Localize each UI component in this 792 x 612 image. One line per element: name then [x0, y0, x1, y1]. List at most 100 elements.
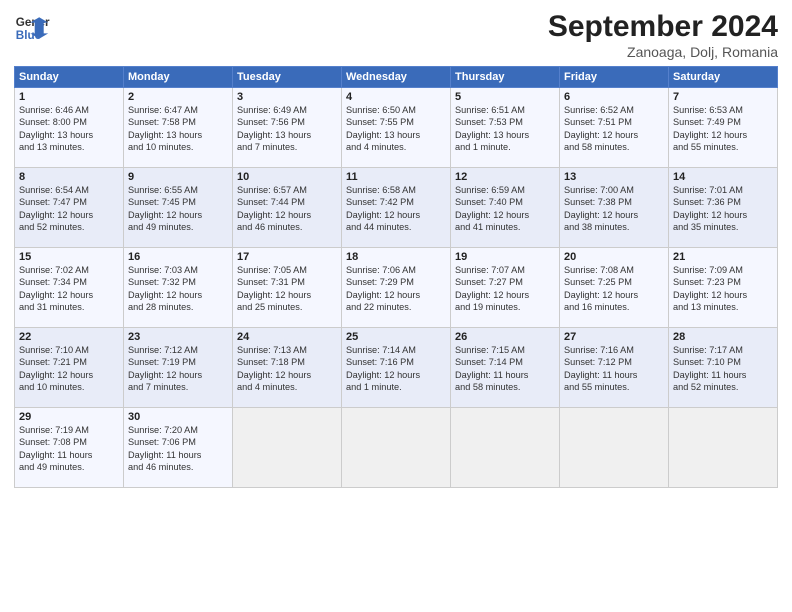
day-number: 27: [564, 331, 664, 343]
day-number: 11: [346, 171, 446, 183]
day-number: 18: [346, 251, 446, 263]
day-number: 23: [128, 331, 228, 343]
title-block: September 2024 Zanoaga, Dolj, Romania: [548, 10, 778, 60]
day-info: Sunrise: 7:19 AM Sunset: 7:08 PM Dayligh…: [19, 424, 119, 474]
table-row: 12Sunrise: 6:59 AM Sunset: 7:40 PM Dayli…: [451, 168, 560, 248]
day-number: 19: [455, 251, 555, 263]
table-row: 29Sunrise: 7:19 AM Sunset: 7:08 PM Dayli…: [15, 408, 124, 488]
table-row: 10Sunrise: 6:57 AM Sunset: 7:44 PM Dayli…: [233, 168, 342, 248]
day-info: Sunrise: 6:52 AM Sunset: 7:51 PM Dayligh…: [564, 104, 664, 154]
calendar-week-2: 8Sunrise: 6:54 AM Sunset: 7:47 PM Daylig…: [15, 168, 778, 248]
day-info: Sunrise: 6:46 AM Sunset: 8:00 PM Dayligh…: [19, 104, 119, 154]
table-row: 11Sunrise: 6:58 AM Sunset: 7:42 PM Dayli…: [342, 168, 451, 248]
day-number: 3: [237, 91, 337, 103]
day-number: 28: [673, 331, 773, 343]
table-row: 23Sunrise: 7:12 AM Sunset: 7:19 PM Dayli…: [124, 328, 233, 408]
table-row: 1Sunrise: 6:46 AM Sunset: 8:00 PM Daylig…: [15, 88, 124, 168]
day-number: 21: [673, 251, 773, 263]
day-number: 10: [237, 171, 337, 183]
day-info: Sunrise: 7:20 AM Sunset: 7:06 PM Dayligh…: [128, 424, 228, 474]
day-number: 15: [19, 251, 119, 263]
col-saturday: Saturday: [669, 67, 778, 88]
table-row: 4Sunrise: 6:50 AM Sunset: 7:55 PM Daylig…: [342, 88, 451, 168]
day-number: 12: [455, 171, 555, 183]
day-number: 2: [128, 91, 228, 103]
col-sunday: Sunday: [15, 67, 124, 88]
table-row: 8Sunrise: 6:54 AM Sunset: 7:47 PM Daylig…: [15, 168, 124, 248]
calendar-week-4: 22Sunrise: 7:10 AM Sunset: 7:21 PM Dayli…: [15, 328, 778, 408]
table-row: 21Sunrise: 7:09 AM Sunset: 7:23 PM Dayli…: [669, 248, 778, 328]
day-info: Sunrise: 7:17 AM Sunset: 7:10 PM Dayligh…: [673, 344, 773, 394]
table-row: [669, 408, 778, 488]
table-row: 17Sunrise: 7:05 AM Sunset: 7:31 PM Dayli…: [233, 248, 342, 328]
calendar-table: Sunday Monday Tuesday Wednesday Thursday…: [14, 66, 778, 488]
table-row: [560, 408, 669, 488]
col-wednesday: Wednesday: [342, 67, 451, 88]
header: General Blue September 2024 Zanoaga, Dol…: [14, 10, 778, 60]
day-info: Sunrise: 6:55 AM Sunset: 7:45 PM Dayligh…: [128, 184, 228, 234]
table-row: [451, 408, 560, 488]
day-info: Sunrise: 7:08 AM Sunset: 7:25 PM Dayligh…: [564, 264, 664, 314]
day-info: Sunrise: 7:00 AM Sunset: 7:38 PM Dayligh…: [564, 184, 664, 234]
table-row: 20Sunrise: 7:08 AM Sunset: 7:25 PM Dayli…: [560, 248, 669, 328]
table-row: 25Sunrise: 7:14 AM Sunset: 7:16 PM Dayli…: [342, 328, 451, 408]
col-monday: Monday: [124, 67, 233, 88]
table-row: 27Sunrise: 7:16 AM Sunset: 7:12 PM Dayli…: [560, 328, 669, 408]
day-info: Sunrise: 6:50 AM Sunset: 7:55 PM Dayligh…: [346, 104, 446, 154]
day-number: 14: [673, 171, 773, 183]
day-info: Sunrise: 7:03 AM Sunset: 7:32 PM Dayligh…: [128, 264, 228, 314]
table-row: 5Sunrise: 6:51 AM Sunset: 7:53 PM Daylig…: [451, 88, 560, 168]
table-row: 15Sunrise: 7:02 AM Sunset: 7:34 PM Dayli…: [15, 248, 124, 328]
col-friday: Friday: [560, 67, 669, 88]
day-info: Sunrise: 7:05 AM Sunset: 7:31 PM Dayligh…: [237, 264, 337, 314]
table-row: 7Sunrise: 6:53 AM Sunset: 7:49 PM Daylig…: [669, 88, 778, 168]
table-row: 19Sunrise: 7:07 AM Sunset: 7:27 PM Dayli…: [451, 248, 560, 328]
col-thursday: Thursday: [451, 67, 560, 88]
calendar-week-1: 1Sunrise: 6:46 AM Sunset: 8:00 PM Daylig…: [15, 88, 778, 168]
day-number: 8: [19, 171, 119, 183]
col-tuesday: Tuesday: [233, 67, 342, 88]
day-info: Sunrise: 6:57 AM Sunset: 7:44 PM Dayligh…: [237, 184, 337, 234]
day-number: 13: [564, 171, 664, 183]
day-number: 29: [19, 411, 119, 423]
table-row: [342, 408, 451, 488]
logo: General Blue: [14, 10, 50, 46]
day-info: Sunrise: 7:01 AM Sunset: 7:36 PM Dayligh…: [673, 184, 773, 234]
day-number: 5: [455, 91, 555, 103]
day-number: 16: [128, 251, 228, 263]
day-info: Sunrise: 7:02 AM Sunset: 7:34 PM Dayligh…: [19, 264, 119, 314]
day-number: 17: [237, 251, 337, 263]
day-info: Sunrise: 7:09 AM Sunset: 7:23 PM Dayligh…: [673, 264, 773, 314]
table-row: 16Sunrise: 7:03 AM Sunset: 7:32 PM Dayli…: [124, 248, 233, 328]
day-info: Sunrise: 7:13 AM Sunset: 7:18 PM Dayligh…: [237, 344, 337, 394]
table-row: 6Sunrise: 6:52 AM Sunset: 7:51 PM Daylig…: [560, 88, 669, 168]
month-title: September 2024: [548, 10, 778, 44]
day-info: Sunrise: 6:51 AM Sunset: 7:53 PM Dayligh…: [455, 104, 555, 154]
day-info: Sunrise: 7:10 AM Sunset: 7:21 PM Dayligh…: [19, 344, 119, 394]
calendar-week-5: 29Sunrise: 7:19 AM Sunset: 7:08 PM Dayli…: [15, 408, 778, 488]
table-row: 28Sunrise: 7:17 AM Sunset: 7:10 PM Dayli…: [669, 328, 778, 408]
day-info: Sunrise: 7:06 AM Sunset: 7:29 PM Dayligh…: [346, 264, 446, 314]
day-info: Sunrise: 6:47 AM Sunset: 7:58 PM Dayligh…: [128, 104, 228, 154]
day-number: 1: [19, 91, 119, 103]
table-row: 18Sunrise: 7:06 AM Sunset: 7:29 PM Dayli…: [342, 248, 451, 328]
location-subtitle: Zanoaga, Dolj, Romania: [548, 44, 778, 60]
table-row: [233, 408, 342, 488]
day-info: Sunrise: 6:53 AM Sunset: 7:49 PM Dayligh…: [673, 104, 773, 154]
day-info: Sunrise: 6:58 AM Sunset: 7:42 PM Dayligh…: [346, 184, 446, 234]
day-number: 22: [19, 331, 119, 343]
day-number: 30: [128, 411, 228, 423]
day-number: 25: [346, 331, 446, 343]
svg-text:General: General: [16, 16, 50, 29]
day-number: 26: [455, 331, 555, 343]
logo-icon: General Blue: [14, 10, 50, 46]
day-info: Sunrise: 6:54 AM Sunset: 7:47 PM Dayligh…: [19, 184, 119, 234]
table-row: 26Sunrise: 7:15 AM Sunset: 7:14 PM Dayli…: [451, 328, 560, 408]
day-info: Sunrise: 7:07 AM Sunset: 7:27 PM Dayligh…: [455, 264, 555, 314]
day-info: Sunrise: 7:16 AM Sunset: 7:12 PM Dayligh…: [564, 344, 664, 394]
table-row: 13Sunrise: 7:00 AM Sunset: 7:38 PM Dayli…: [560, 168, 669, 248]
table-row: 30Sunrise: 7:20 AM Sunset: 7:06 PM Dayli…: [124, 408, 233, 488]
table-row: 3Sunrise: 6:49 AM Sunset: 7:56 PM Daylig…: [233, 88, 342, 168]
table-row: 14Sunrise: 7:01 AM Sunset: 7:36 PM Dayli…: [669, 168, 778, 248]
day-number: 4: [346, 91, 446, 103]
